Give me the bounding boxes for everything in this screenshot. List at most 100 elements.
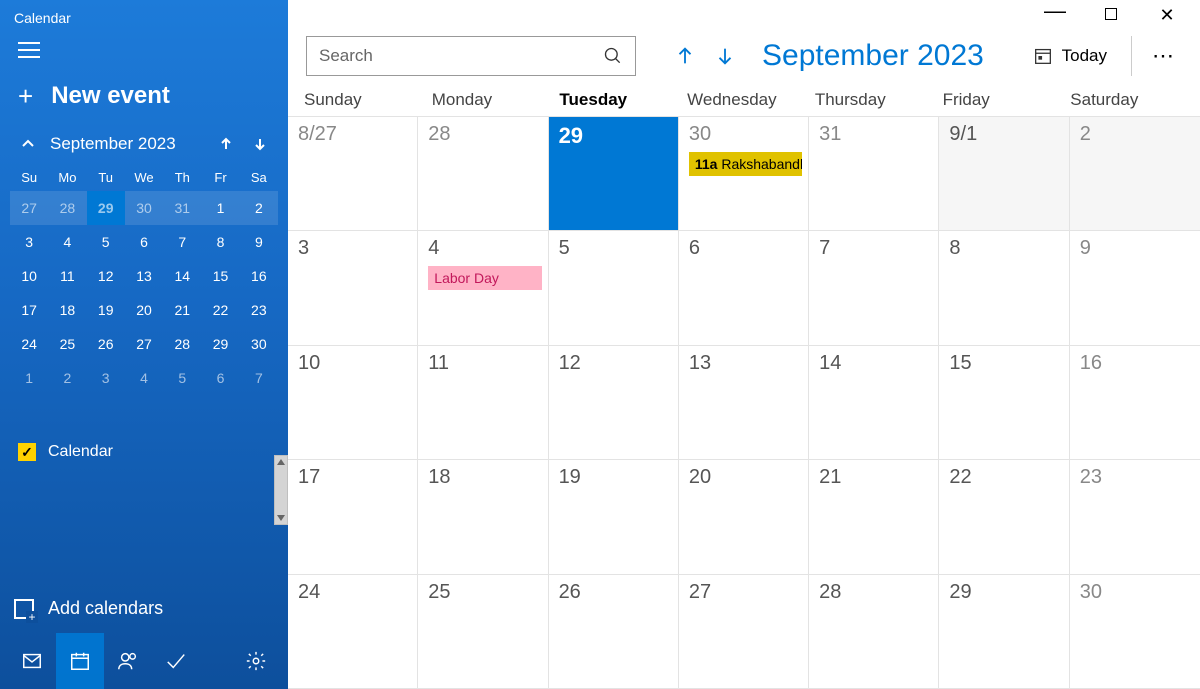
mini-cal-prev[interactable]	[214, 132, 238, 156]
day-cell[interactable]: 18	[418, 460, 548, 574]
mini-cal-day[interactable]: 7	[240, 361, 278, 395]
search-input[interactable]: Search	[306, 36, 636, 76]
mini-cal-day[interactable]: 12	[87, 259, 125, 293]
day-cell[interactable]: 22	[939, 460, 1069, 574]
mini-cal-day[interactable]: 31	[163, 191, 201, 225]
calendar-checkbox[interactable]: ✓	[18, 443, 36, 461]
day-cell[interactable]: 31	[809, 117, 939, 231]
day-cell[interactable]: 15	[939, 346, 1069, 460]
mini-cal-day[interactable]: 10	[10, 259, 48, 293]
calendar-icon[interactable]	[56, 633, 104, 689]
hamburger-button[interactable]	[0, 30, 288, 68]
people-icon[interactable]	[104, 633, 152, 689]
mini-cal-month-label[interactable]: September 2023	[50, 134, 204, 154]
mini-cal-day[interactable]: 3	[87, 361, 125, 395]
mini-cal-day[interactable]: 22	[201, 293, 239, 327]
mini-cal-day[interactable]: 15	[201, 259, 239, 293]
mini-cal-day[interactable]: 2	[240, 191, 278, 225]
mini-cal-day[interactable]: 19	[87, 293, 125, 327]
mini-cal-day[interactable]: 27	[10, 191, 48, 225]
day-cell[interactable]: 19	[549, 460, 679, 574]
current-month-label[interactable]: September 2023	[762, 39, 984, 73]
mini-cal-day[interactable]: 18	[48, 293, 86, 327]
day-cell[interactable]: 12	[549, 346, 679, 460]
mini-cal-day[interactable]: 26	[87, 327, 125, 361]
mini-cal-day[interactable]: 21	[163, 293, 201, 327]
mini-cal-day[interactable]: 2	[48, 361, 86, 395]
mini-cal-day[interactable]: 5	[87, 225, 125, 259]
calendar-list-item[interactable]: ✓ Calendar	[18, 435, 270, 469]
day-cell[interactable]: 24	[288, 575, 418, 689]
mini-cal-day[interactable]: 8	[201, 225, 239, 259]
today-button[interactable]: Today	[1022, 45, 1117, 67]
day-cell[interactable]: 7	[809, 231, 939, 345]
mini-cal-day[interactable]: 28	[48, 191, 86, 225]
mini-cal-day[interactable]: 23	[240, 293, 278, 327]
mini-cal-day[interactable]: 27	[125, 327, 163, 361]
day-cell[interactable]: 28	[418, 117, 548, 231]
mini-cal-day[interactable]: 25	[48, 327, 86, 361]
next-month-button[interactable]	[710, 41, 740, 71]
day-cell[interactable]: 8/27	[288, 117, 418, 231]
mini-cal-next[interactable]	[248, 132, 272, 156]
mini-cal-day[interactable]: 24	[10, 327, 48, 361]
mail-icon[interactable]	[8, 633, 56, 689]
prev-month-button[interactable]	[670, 41, 700, 71]
day-cell[interactable]: 3	[288, 231, 418, 345]
day-cell[interactable]: 29	[549, 117, 679, 231]
mini-cal-day[interactable]: 14	[163, 259, 201, 293]
day-cell[interactable]: 5	[549, 231, 679, 345]
mini-cal-day[interactable]: 4	[125, 361, 163, 395]
day-cell[interactable]: 21	[809, 460, 939, 574]
mini-cal-day[interactable]: 6	[125, 225, 163, 259]
day-cell[interactable]: 6	[679, 231, 809, 345]
calendar-event[interactable]: 11a Rakshabandhan	[689, 152, 802, 176]
day-cell[interactable]: 25	[418, 575, 548, 689]
mini-cal-day[interactable]: 9	[240, 225, 278, 259]
mini-cal-day[interactable]: 16	[240, 259, 278, 293]
day-cell[interactable]: 26	[549, 575, 679, 689]
day-cell[interactable]: 20	[679, 460, 809, 574]
day-cell[interactable]: 16	[1070, 346, 1200, 460]
mini-cal-day[interactable]: 17	[10, 293, 48, 327]
new-event-button[interactable]: + New event	[0, 68, 288, 128]
sidebar-scrollbar[interactable]	[274, 455, 288, 525]
mini-cal-day[interactable]: 30	[240, 327, 278, 361]
day-cell[interactable]: 14	[809, 346, 939, 460]
mini-cal-day[interactable]: 5	[163, 361, 201, 395]
mini-cal-day[interactable]: 4	[48, 225, 86, 259]
mini-cal-day[interactable]: 7	[163, 225, 201, 259]
window-close[interactable]: ✕	[1152, 5, 1182, 26]
day-cell[interactable]: 9/1	[939, 117, 1069, 231]
mini-cal-day[interactable]: 13	[125, 259, 163, 293]
day-cell[interactable]: 8	[939, 231, 1069, 345]
mini-cal-day[interactable]: 1	[201, 191, 239, 225]
day-cell[interactable]: 27	[679, 575, 809, 689]
mini-cal-collapse[interactable]	[16, 132, 40, 156]
day-cell[interactable]: 23	[1070, 460, 1200, 574]
todo-icon[interactable]	[152, 633, 200, 689]
day-cell[interactable]: 30	[1070, 575, 1200, 689]
mini-cal-day[interactable]: 6	[201, 361, 239, 395]
mini-cal-day[interactable]: 30	[125, 191, 163, 225]
mini-cal-day[interactable]: 28	[163, 327, 201, 361]
mini-cal-day[interactable]: 11	[48, 259, 86, 293]
settings-icon[interactable]	[232, 633, 280, 689]
mini-cal-day[interactable]: 20	[125, 293, 163, 327]
window-maximize[interactable]	[1096, 7, 1126, 23]
mini-cal-day[interactable]: 3	[10, 225, 48, 259]
calendar-event[interactable]: Labor Day	[428, 266, 541, 290]
day-cell[interactable]: 2	[1070, 117, 1200, 231]
day-cell[interactable]: 13	[679, 346, 809, 460]
more-button[interactable]: ⋯	[1146, 43, 1182, 69]
day-cell[interactable]: 11	[418, 346, 548, 460]
mini-cal-day[interactable]: 1	[10, 361, 48, 395]
day-cell[interactable]: 29	[939, 575, 1069, 689]
day-cell[interactable]: 3011a Rakshabandhan	[679, 117, 809, 231]
day-cell[interactable]: 28	[809, 575, 939, 689]
day-cell[interactable]: 10	[288, 346, 418, 460]
mini-cal-day[interactable]: 29	[87, 191, 125, 225]
day-cell[interactable]: 4Labor Day	[418, 231, 548, 345]
add-calendars-button[interactable]: Add calendars	[0, 584, 288, 633]
day-cell[interactable]: 17	[288, 460, 418, 574]
